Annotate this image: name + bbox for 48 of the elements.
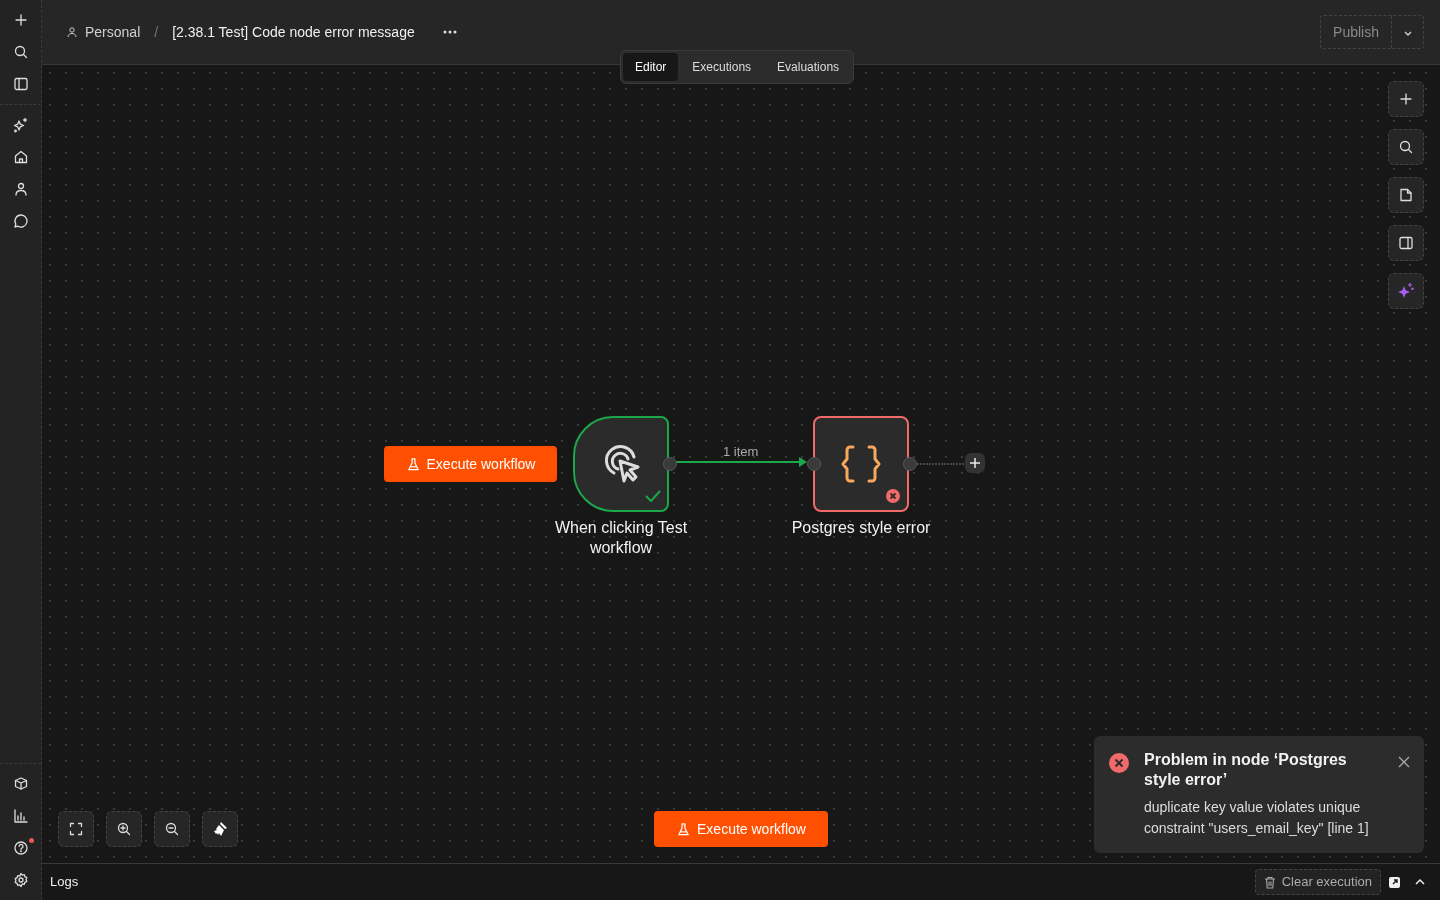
clear-execution-button[interactable]: Clear execution — [1254, 869, 1381, 895]
toast-message: duplicate key value violates unique constraint "users_email_key" [line 1] — [1144, 798, 1370, 838]
chevron-up-icon[interactable] — [1415, 878, 1425, 886]
connection-label: 1 item — [723, 443, 759, 461]
error-icon — [1108, 752, 1130, 774]
tidy-up-button[interactable] — [202, 811, 238, 847]
check-icon — [645, 490, 661, 502]
panel-toggle-button[interactable] — [1388, 225, 1424, 261]
workflow-node[interactable] — [813, 416, 909, 512]
plus-icon — [970, 458, 980, 468]
breadcrumb-separator: / — [154, 22, 159, 42]
zoom-out-button[interactable] — [154, 811, 190, 847]
connection-handle[interactable] — [807, 457, 821, 471]
add-node-button[interactable] — [965, 453, 985, 473]
dashed-connector — [917, 462, 965, 466]
fit-view-button[interactable] — [58, 811, 94, 847]
flask-icon — [676, 821, 692, 837]
flask-icon — [405, 456, 421, 472]
zoom-out-icon — [164, 821, 180, 837]
trash-icon — [1263, 875, 1276, 889]
logs-title[interactable]: Logs — [50, 872, 79, 892]
tab[interactable]: Evaluations — [765, 53, 852, 81]
sticky-note-button[interactable] — [1388, 177, 1424, 213]
plus-icon — [1398, 91, 1414, 107]
add-node-button[interactable] — [1388, 81, 1424, 117]
node-label: Postgres style error — [790, 518, 932, 538]
error-icon — [886, 489, 900, 503]
toast-title: Problem in node ‘Postgres style error’ — [1144, 750, 1348, 790]
zoom-in-button[interactable] — [106, 811, 142, 847]
braces-icon — [840, 444, 882, 484]
project-link[interactable]: Personal — [85, 21, 141, 43]
workflow-node[interactable] — [573, 416, 669, 512]
panel-icon — [1398, 235, 1414, 251]
ai-assistant-button[interactable] — [1388, 273, 1424, 309]
tab[interactable]: Executions — [680, 53, 764, 81]
broom-icon — [212, 821, 228, 837]
user-icon — [66, 26, 78, 38]
workflow-name[interactable]: [2.38.1 Test] Code node error message — [172, 21, 415, 43]
pop-out-icon[interactable] — [1388, 875, 1401, 889]
file-icon — [1398, 187, 1414, 203]
more-icon[interactable] — [442, 30, 457, 34]
search-button[interactable] — [1388, 129, 1424, 165]
zoom-in-icon — [116, 821, 132, 837]
tab[interactable]: Editor — [623, 53, 679, 81]
node-label: When clicking Test workflow — [553, 518, 689, 558]
search-icon — [1398, 139, 1414, 155]
fit-view-icon — [68, 821, 84, 837]
close-icon[interactable] — [1398, 756, 1410, 768]
